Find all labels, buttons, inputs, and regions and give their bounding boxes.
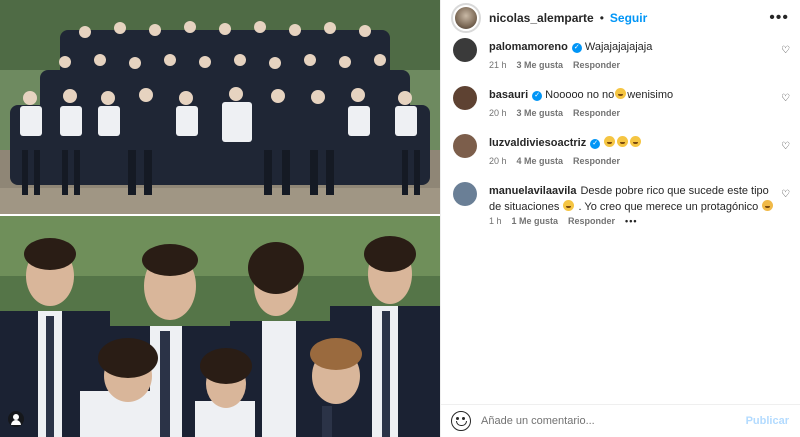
comment-item: basauri ✓ Nooooo no no wenisimo 20 h 3 Me g… (453, 86, 793, 126)
comment-item: manuelavilaavila Desde pobre rico que suc… (453, 182, 793, 242)
laughing-emoji-icon (630, 136, 642, 147)
comment-likes[interactable]: 3 Me gusta (517, 60, 564, 70)
post-header: nicolas_alemparte • Seguir ••• (441, 0, 800, 36)
commenter-avatar[interactable] (453, 134, 477, 158)
comment-item: luzvaldiviesoactriz ✓ 20 h 4 Me gusta Res… (453, 134, 793, 174)
comment-meta: 20 h 3 Me gusta Responder (489, 108, 620, 118)
comment-body: basauri ✓ Nooooo no no wenisimo (489, 87, 775, 103)
reply-button[interactable]: Responder (573, 60, 620, 70)
comment-composer: Publicar (441, 404, 800, 437)
comment-username[interactable]: basauri (489, 89, 528, 101)
follow-button[interactable]: Seguir (610, 11, 647, 25)
comment-input[interactable] (481, 415, 731, 427)
comment-text-end: wenisimo (627, 89, 674, 101)
instagram-post-window: nicolas_alemparte • Seguir ••• palomamor… (0, 0, 800, 437)
commenter-avatar[interactable] (453, 182, 477, 206)
commenter-avatar[interactable] (453, 38, 477, 62)
comment-text-start: Nooooo no no (545, 89, 615, 101)
comment-meta: 20 h 4 Me gusta Responder (489, 156, 620, 166)
author-avatar[interactable] (451, 3, 481, 33)
post-sidebar: nicolas_alemparte • Seguir ••• palomamor… (440, 0, 800, 437)
comment-username[interactable]: manuelavilaavila (489, 185, 576, 197)
comment-time: 20 h (489, 108, 507, 118)
comment-list: palomamoreno ✓ Wajajajajajaja 21 h 3 Me gu… (441, 36, 800, 396)
like-heart-icon[interactable]: ♡ (781, 190, 791, 200)
verified-badge-icon: ✓ (590, 139, 601, 149)
post-media[interactable] (0, 0, 440, 437)
verified-badge-icon: ✓ (571, 43, 582, 53)
comment-time: 20 h (489, 156, 507, 166)
comment-body: palomamoreno ✓ Wajajajajajaja (489, 39, 775, 55)
like-heart-icon[interactable]: ♡ (781, 46, 791, 56)
comment-item: palomamoreno ✓ Wajajajajajaja 21 h 3 Me gu… (453, 38, 793, 78)
like-heart-icon[interactable]: ♡ (781, 142, 791, 152)
class-photo-group (0, 0, 440, 216)
author-avatar-image (455, 7, 477, 29)
author-username[interactable]: nicolas_alemparte (489, 11, 594, 25)
comment-username[interactable]: palomamoreno (489, 41, 568, 53)
publish-button[interactable]: Publicar (746, 415, 789, 427)
comment-time: 1 h (489, 216, 502, 226)
commenter-avatar[interactable] (453, 86, 477, 110)
comment-username[interactable]: luzvaldiviesoactriz (489, 137, 586, 149)
comment-body: luzvaldiviesoactriz ✓ (489, 135, 775, 151)
comment-likes[interactable]: 3 Me gusta (517, 108, 564, 118)
comment-time: 21 h (489, 60, 507, 70)
comment-meta: 21 h 3 Me gusta Responder (489, 60, 620, 70)
laughing-emoji-icon (617, 136, 629, 147)
comment-meta: 1 h 1 Me gusta Responder ••• (489, 216, 638, 226)
comment-body: manuelavilaavila Desde pobre rico que suc… (489, 183, 775, 215)
verified-badge-icon: ✓ (532, 91, 543, 101)
reply-button[interactable]: Responder (568, 216, 615, 226)
more-horizontal-icon[interactable]: ••• (769, 10, 789, 26)
comment-options-icon[interactable]: ••• (625, 216, 637, 226)
header-separator: • (599, 11, 604, 25)
reply-button[interactable]: Responder (573, 156, 620, 166)
emoji-picker-icon[interactable] (451, 411, 471, 431)
class-photo-closeup (0, 216, 440, 437)
laughing-emoji-icon (563, 200, 575, 211)
comment-likes[interactable]: 4 Me gusta (517, 156, 564, 166)
comment-text: Wajajajajajaja (584, 41, 653, 53)
comment-text-end: . Yo creo que merece un protagónico (578, 201, 759, 213)
comment-likes[interactable]: 1 Me gusta (512, 216, 559, 226)
laughing-emoji-icon (615, 88, 627, 99)
user-tag-icon[interactable] (8, 411, 24, 427)
like-heart-icon[interactable]: ♡ (781, 94, 791, 104)
laughing-emoji-icon (604, 136, 616, 147)
hands-emoji-icon (762, 200, 774, 211)
reply-button[interactable]: Responder (573, 108, 620, 118)
